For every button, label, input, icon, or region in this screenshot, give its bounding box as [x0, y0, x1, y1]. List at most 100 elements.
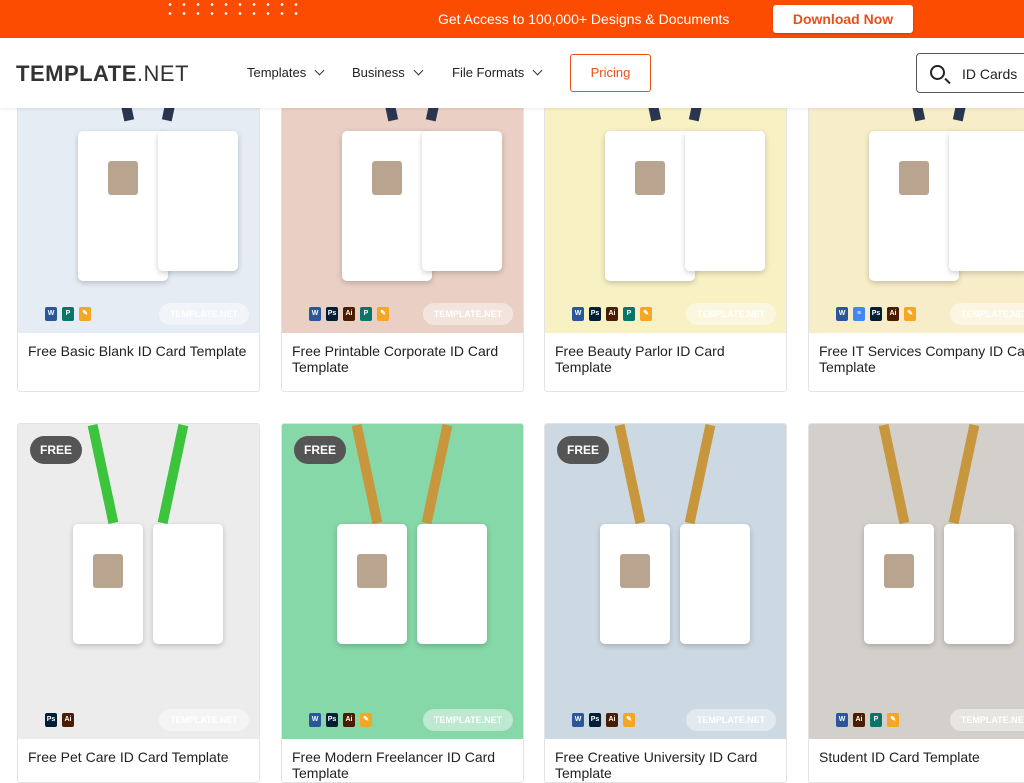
publisher-icon: P — [62, 307, 74, 321]
illustrator-icon: Ai — [887, 307, 899, 321]
id-card-preview — [73, 524, 143, 644]
template-title[interactable]: Free Creative University ID Card Templat… — [555, 749, 780, 781]
logo[interactable]: TEMPLATE.NET — [16, 61, 189, 87]
id-card-preview — [417, 524, 487, 644]
watermark: TEMPLATE.NET — [950, 709, 1024, 731]
id-card-preview — [600, 524, 670, 644]
format-icons: W Ps Ai ✎ — [309, 713, 372, 727]
pages-icon: ✎ — [904, 307, 916, 321]
id-card-preview — [158, 131, 238, 271]
search-icon — [930, 65, 945, 80]
lanyard — [614, 424, 646, 524]
id-card-preview — [869, 131, 959, 281]
format-icons: W Ps Ai P ✎ — [309, 307, 389, 321]
template-card[interactable]: W P ✎ TEMPLATE.NET Free Basic Blank ID Card … — [17, 60, 260, 392]
lanyard — [948, 424, 980, 524]
lanyard — [157, 424, 189, 524]
google-docs-icon: ≡ — [853, 307, 865, 321]
chevron-down-icon — [413, 65, 424, 76]
id-card-preview — [949, 131, 1024, 271]
watermark: TEMPLATE.NET — [686, 303, 776, 325]
word-icon: W — [836, 713, 848, 727]
word-icon: W — [572, 713, 584, 727]
watermark: TEMPLATE.NET — [159, 709, 249, 731]
template-card[interactable]: FREE Ps Ai TEMPLATE.NET Free Pet Care ID Car… — [17, 423, 260, 783]
id-card-preview — [685, 131, 765, 271]
illustrator-icon: Ai — [343, 713, 355, 727]
id-card-preview — [680, 524, 750, 644]
pricing-button[interactable]: Pricing — [570, 54, 651, 92]
nav-file-formats[interactable]: File Formats — [452, 65, 543, 80]
word-icon: W — [309, 307, 321, 321]
template-title[interactable]: Free Modern Freelancer ID Card Template — [292, 749, 517, 781]
illustrator-icon: Ai — [343, 307, 355, 321]
illustrator-icon: Ai — [606, 307, 618, 321]
illustrator-icon: Ai — [853, 713, 865, 727]
lanyard — [421, 424, 453, 524]
nav-business[interactable]: Business — [352, 65, 424, 80]
template-card[interactable]: W Ps Ai P ✎ TEMPLATE.NET Free Printable Corpor… — [281, 60, 524, 392]
id-card-preview — [422, 131, 502, 271]
promo-text: Get Access to 100,000+ Designs & Documen… — [438, 11, 730, 27]
template-card[interactable]: W Ai P ✎ TEMPLATE.NET Student ID Card Templat… — [808, 423, 1024, 783]
photoshop-icon: Ps — [326, 713, 338, 727]
pages-icon: ✎ — [360, 713, 372, 727]
photoshop-icon: Ps — [589, 307, 601, 321]
template-title[interactable]: Student ID Card Template — [819, 749, 1024, 765]
pages-icon: ✎ — [377, 307, 389, 321]
free-badge: FREE — [294, 436, 346, 464]
format-icons: W Ps Ai ✎ — [572, 713, 635, 727]
chevron-down-icon — [532, 65, 543, 76]
template-card[interactable]: FREE W Ps Ai ✎ TEMPLATE.NET Free Creative Univ… — [544, 423, 787, 783]
promo-banner: Get Access to 100,000+ Designs & Documen… — [0, 0, 1024, 38]
photoshop-icon: Ps — [45, 713, 57, 727]
decorative-dots — [163, 0, 303, 18]
publisher-icon: P — [360, 307, 372, 321]
template-title[interactable]: Free IT Services Company ID Card Templat… — [819, 343, 1024, 375]
template-thumbnail[interactable]: W Ai P ✎ TEMPLATE.NET — [809, 424, 1024, 739]
word-icon: W — [572, 307, 584, 321]
format-icons: W Ai P ✎ — [836, 713, 899, 727]
template-thumbnail[interactable]: FREE W Ps Ai ✎ TEMPLATE.NET — [545, 424, 786, 739]
lanyard — [351, 424, 383, 524]
lanyard — [87, 424, 119, 524]
template-title[interactable]: Free Beauty Parlor ID Card Template — [555, 343, 780, 375]
format-icons: W ≡ Ps Ai ✎ — [836, 307, 916, 321]
id-card-preview — [605, 131, 695, 281]
search-input[interactable]: ID Cards — [916, 53, 1024, 93]
download-now-button[interactable]: Download Now — [773, 5, 913, 33]
nav-templates[interactable]: Templates — [247, 65, 325, 80]
pages-icon: ✎ — [887, 713, 899, 727]
template-title[interactable]: Free Printable Corporate ID Card Templat… — [292, 343, 517, 375]
lanyard — [684, 424, 716, 524]
id-card-preview — [153, 524, 223, 644]
id-card-preview — [342, 131, 432, 281]
template-card[interactable]: W ≡ Ps Ai ✎ TEMPLATE.NET Free IT Services Comp… — [808, 60, 1024, 392]
template-card[interactable]: W Ps Ai P ✎ TEMPLATE.NET Free Beauty Parlor ID… — [544, 60, 787, 392]
free-badge: FREE — [557, 436, 609, 464]
id-card-preview — [864, 524, 934, 644]
id-card-preview — [337, 524, 407, 644]
lanyard — [878, 424, 910, 524]
template-thumbnail[interactable]: FREE W Ps Ai ✎ TEMPLATE.NET — [282, 424, 523, 739]
site-header: TEMPLATE.NET Templates Business File For… — [0, 38, 1024, 108]
watermark: TEMPLATE.NET — [159, 303, 249, 325]
format-icons: W P ✎ — [45, 307, 91, 321]
photoshop-icon: Ps — [326, 307, 338, 321]
template-thumbnail[interactable]: FREE Ps Ai TEMPLATE.NET — [18, 424, 259, 739]
illustrator-icon: Ai — [62, 713, 74, 727]
format-icons: W Ps Ai P ✎ — [572, 307, 652, 321]
word-icon: W — [309, 713, 321, 727]
photoshop-icon: Ps — [589, 713, 601, 727]
template-title[interactable]: Free Basic Blank ID Card Template — [28, 343, 253, 359]
template-title[interactable]: Free Pet Care ID Card Template — [28, 749, 253, 765]
format-icons: Ps Ai — [45, 713, 74, 727]
id-card-preview — [944, 524, 1014, 644]
pages-icon: ✎ — [623, 713, 635, 727]
word-icon: W — [45, 307, 57, 321]
template-card[interactable]: FREE W Ps Ai ✎ TEMPLATE.NET Free Modern Freela… — [281, 423, 524, 783]
pages-icon: ✎ — [640, 307, 652, 321]
publisher-icon: P — [870, 713, 882, 727]
watermark: TEMPLATE.NET — [686, 709, 776, 731]
watermark: TEMPLATE.NET — [423, 709, 513, 731]
